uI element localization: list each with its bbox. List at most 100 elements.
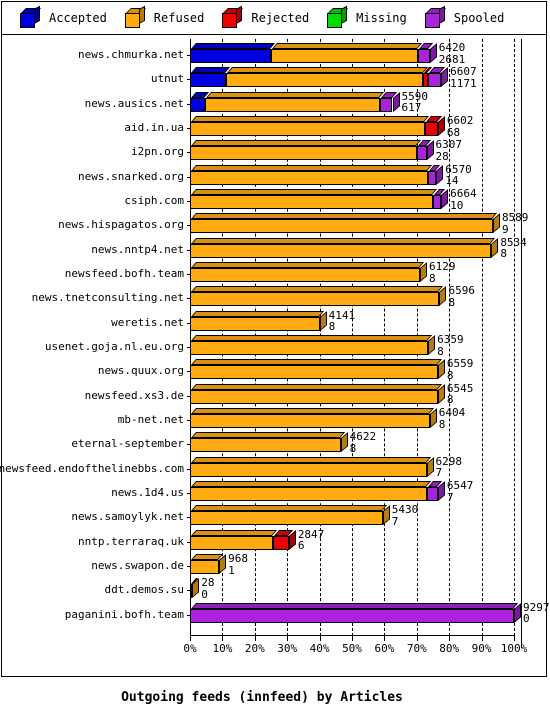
bar-segment-rejected xyxy=(424,116,442,136)
bar-row: 6129 8 xyxy=(190,261,514,286)
bar-value-labels: 6298 7 xyxy=(436,456,463,479)
y-axis-label: utnut xyxy=(150,72,184,86)
y-axis-label: news.quux.org xyxy=(97,364,184,378)
bar-segment-refused xyxy=(190,359,442,380)
bar-value-secondary: 28 xyxy=(435,149,449,163)
cube-icon xyxy=(20,5,41,28)
bar-segment-refused xyxy=(190,456,431,477)
legend-label: Missing xyxy=(356,11,407,25)
x-axis-tick xyxy=(254,636,256,641)
y-axis-label: news.ausics.net xyxy=(84,96,184,110)
bar-value-secondary: 2681 xyxy=(438,52,466,66)
bar-segment-refused xyxy=(190,213,497,234)
plot-area: Outgoing feeds (innfeed) by Articles 0% 1… xyxy=(0,35,550,705)
bar-value-labels: 8589 9 xyxy=(502,212,529,235)
bar-segment-top xyxy=(191,116,429,122)
bar-value-labels: 6559 8 xyxy=(447,358,474,381)
legend-item-missing: Missing xyxy=(327,5,407,28)
bar-segment-top xyxy=(191,43,276,49)
bar-segment-top xyxy=(191,237,496,244)
bar-segment-top xyxy=(205,91,384,98)
bar-segment-spooled xyxy=(426,481,442,501)
bar-row: 6298 7 xyxy=(190,456,514,481)
bar-segment-top xyxy=(191,456,431,463)
bar-row: 6664 10 xyxy=(190,187,514,213)
bar-segment-spooled xyxy=(433,189,446,209)
chart-legend: Accepted Refused Rejected Missing Spooled xyxy=(2,2,546,35)
bar-value-secondary: 7 xyxy=(391,514,399,528)
bar-segment-top xyxy=(272,43,423,49)
bar-value-labels: 6596 8 xyxy=(448,285,475,308)
bar-segment-top xyxy=(191,602,519,609)
gridline xyxy=(514,39,515,636)
y-axis-label: news.1d4.us xyxy=(111,486,184,499)
bar-row: 6545 8 xyxy=(190,383,514,408)
bar-value-secondary: 8 xyxy=(500,247,507,261)
y-axis-label: usenet.goja.nl.eu.org xyxy=(44,340,184,353)
x-tick-label: 70% xyxy=(406,642,427,655)
bar-value-secondary: 1 xyxy=(228,563,235,577)
bar-value-secondary: 7 xyxy=(446,490,454,504)
bar-segment-refused xyxy=(190,189,438,209)
bar-value-total: 968 xyxy=(228,552,249,565)
cube-icon xyxy=(124,5,146,28)
bar-segment-accepted xyxy=(190,67,230,88)
y-axis-label: news.snarked.org xyxy=(78,169,184,183)
bar-value-labels: 8534 8 xyxy=(500,237,527,260)
bar-row: 8534 8 xyxy=(190,237,527,262)
bar-value-labels: 6420 2681 xyxy=(439,42,466,65)
bar-value-secondary: 8 xyxy=(438,417,446,431)
bar-value-labels: 5590 617 xyxy=(402,91,429,114)
bar-segment-rejected xyxy=(272,529,293,550)
bar-segment-top xyxy=(191,432,345,439)
bar-value-total: 6664 xyxy=(450,187,477,200)
bar-value-total: 6359 xyxy=(437,333,464,346)
bar-value-secondary: 8 xyxy=(446,393,454,407)
bar-value-secondary: 10 xyxy=(450,198,464,212)
x-tick-label: 40% xyxy=(309,642,330,655)
legend-item-rejected: Rejected xyxy=(222,5,309,28)
bar-row: 6547 7 xyxy=(190,479,514,505)
bar-segment-refused xyxy=(190,164,433,185)
bar-segment-refused xyxy=(190,262,425,282)
x-tick-label: 10% xyxy=(212,642,233,655)
bar-value-labels: 6607 1171 xyxy=(450,66,477,89)
legend-label: Refused xyxy=(153,11,205,25)
bar-value-labels: 6307 28 xyxy=(436,139,463,162)
bar-value-labels: 6359 8 xyxy=(437,334,464,357)
bar-segment-spooled xyxy=(190,602,519,623)
bar-segment-spooled xyxy=(416,140,431,161)
bar-value-secondary: 617 xyxy=(401,101,422,115)
x-axis-title: Outgoing feeds (innfeed) by Articles xyxy=(121,690,403,705)
bar-row: 968 1 xyxy=(190,552,514,578)
bar-row: 6307 28 xyxy=(190,139,514,164)
bar-segment-refused xyxy=(190,554,224,574)
bar-end-cap xyxy=(429,43,437,63)
bar-segment-top xyxy=(191,213,497,220)
x-tick-label: 60% xyxy=(374,642,395,655)
bar-segment-accepted xyxy=(190,91,209,112)
legend-item-spooled: Spooled xyxy=(424,5,504,28)
y-axis-label: news.hispagatos.org xyxy=(58,218,184,232)
bar-value-labels: 4622 8 xyxy=(350,431,377,454)
bar-segment-refused xyxy=(204,91,384,112)
y-axis-label: news.samoylyk.net xyxy=(71,510,184,524)
bar-value-labels: 6545 8 xyxy=(447,383,474,406)
bar-value-secondary: 68 xyxy=(446,125,461,139)
bar-value-secondary: 8 xyxy=(437,344,444,358)
bar-segment-refused xyxy=(190,237,496,258)
bar-value-total: 6547 xyxy=(446,479,474,492)
y-axis-label: news.chmurka.net xyxy=(78,48,184,61)
x-axis-tick xyxy=(222,636,224,641)
bar-row: 4141 8 xyxy=(190,310,514,335)
x-axis-tick xyxy=(481,636,483,641)
x-axis-tick xyxy=(319,636,321,641)
bar-segment-top xyxy=(191,505,387,512)
legend-item-accepted: Accepted xyxy=(20,5,107,28)
bar-row: 6570 14 xyxy=(190,164,514,189)
bar-row: 5590 617 xyxy=(190,91,514,116)
bar-segment-refused xyxy=(190,529,277,550)
bar-segment-top xyxy=(191,529,277,536)
x-tick-label: 0% xyxy=(183,642,197,655)
bar-value-secondary: 8 xyxy=(448,295,456,309)
